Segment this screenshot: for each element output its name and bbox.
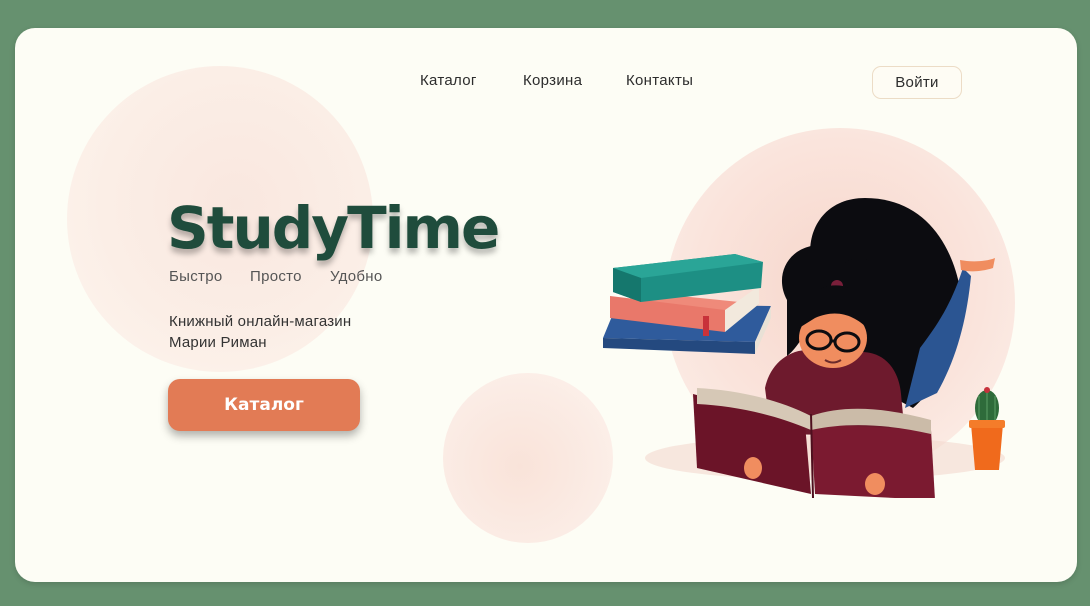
landing-card: Каталог Корзина Контакты Войти StudyTime… xyxy=(15,28,1077,582)
tagline-fast: Быстро xyxy=(169,268,223,285)
catalog-cta-button[interactable]: Каталог xyxy=(168,379,360,431)
reading-girl-illustration xyxy=(603,198,1005,498)
site-title: StudyTime xyxy=(167,194,500,262)
tagline-simple: Просто xyxy=(250,268,302,285)
description-line-1: Книжный онлайн-магазин xyxy=(169,313,352,330)
login-button[interactable]: Войти xyxy=(872,66,962,99)
tagline-convenient: Удобно xyxy=(330,268,383,285)
nav-cart-link[interactable]: Корзина xyxy=(523,72,582,89)
nav-contacts-link[interactable]: Контакты xyxy=(626,72,693,89)
book-stack-icon xyxy=(603,254,771,354)
nav-catalog-link[interactable]: Каталог xyxy=(420,72,477,89)
cactus-icon xyxy=(969,387,1005,470)
description-line-2: Марии Риман xyxy=(169,334,267,351)
